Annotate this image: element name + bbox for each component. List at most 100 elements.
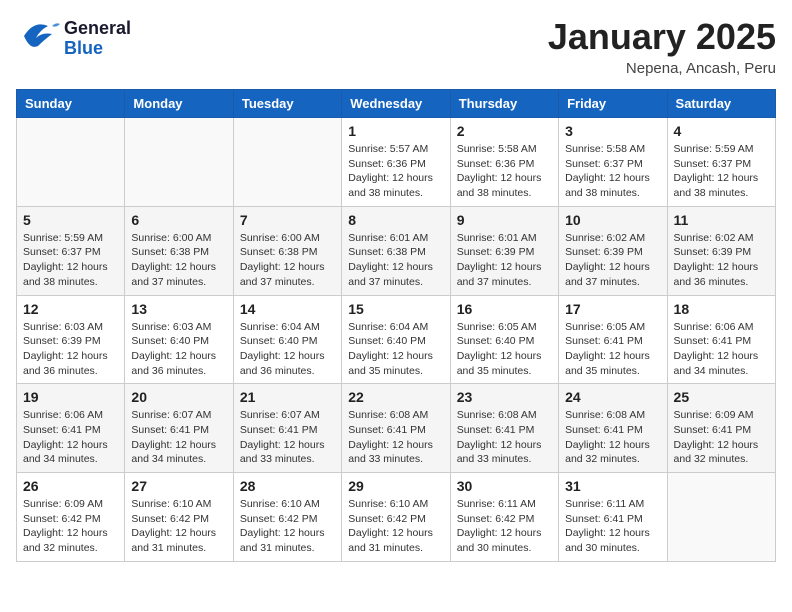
calendar-cell: 7Sunrise: 6:00 AM Sunset: 6:38 PM Daylig… bbox=[233, 206, 341, 295]
weekday-header-thursday: Thursday bbox=[450, 90, 558, 118]
day-number: 3 bbox=[565, 123, 660, 139]
day-number: 12 bbox=[23, 301, 118, 317]
calendar-cell: 25 Sunrise: 6:09 AM Sunset: 6:41 PM Dayli… bbox=[667, 384, 775, 473]
day-number: 8 bbox=[348, 212, 443, 228]
weekday-header-wednesday: Wednesday bbox=[342, 90, 450, 118]
day-info: Sunrise: 6:02 AM Sunset: 6:39 PM Dayligh… bbox=[674, 231, 769, 290]
calendar-cell: 1Sunrise: 5:57 AM Sunset: 6:36 PM Daylig… bbox=[342, 118, 450, 207]
day-info: Sunrise: 6:06 AM Sunset: 6:41 PM Dayligh… bbox=[23, 408, 118, 467]
weekday-header-saturday: Saturday bbox=[667, 90, 775, 118]
day-info: Sunrise: 6:10 AM Sunset: 6:42 PM Dayligh… bbox=[240, 497, 335, 556]
calendar-cell: 11 Sunrise: 6:02 AM Sunset: 6:39 PM Dayli… bbox=[667, 206, 775, 295]
day-number: 6 bbox=[131, 212, 226, 228]
day-info: Sunrise: 6:02 AM Sunset: 6:39 PM Dayligh… bbox=[565, 231, 660, 290]
calendar-cell: 3Sunrise: 5:58 AM Sunset: 6:37 PM Daylig… bbox=[559, 118, 667, 207]
logo-general: General bbox=[64, 19, 131, 39]
day-number: 22 bbox=[348, 389, 443, 405]
calendar-week-row: 12 Sunrise: 6:03 AM Sunset: 6:39 PM Dayli… bbox=[17, 295, 776, 384]
calendar-week-row: 1Sunrise: 5:57 AM Sunset: 6:36 PM Daylig… bbox=[17, 118, 776, 207]
day-number: 5 bbox=[23, 212, 118, 228]
day-info: Sunrise: 6:11 AM Sunset: 6:41 PM Dayligh… bbox=[565, 497, 660, 556]
day-number: 20 bbox=[131, 389, 226, 405]
calendar-cell: 20 Sunrise: 6:07 AM Sunset: 6:41 PM Dayli… bbox=[125, 384, 233, 473]
weekday-header-sunday: Sunday bbox=[17, 90, 125, 118]
day-number: 23 bbox=[457, 389, 552, 405]
weekday-header-row: SundayMondayTuesdayWednesdayThursdayFrid… bbox=[17, 90, 776, 118]
calendar-cell: 29Sunrise: 6:10 AM Sunset: 6:42 PM Dayli… bbox=[342, 473, 450, 562]
calendar-cell: 28 Sunrise: 6:10 AM Sunset: 6:42 PM Dayli… bbox=[233, 473, 341, 562]
day-number: 30 bbox=[457, 478, 552, 494]
calendar-cell: 13Sunrise: 6:03 AM Sunset: 6:40 PM Dayli… bbox=[125, 295, 233, 384]
day-info: Sunrise: 5:59 AM Sunset: 6:37 PM Dayligh… bbox=[674, 142, 769, 201]
day-number: 17 bbox=[565, 301, 660, 317]
calendar-cell: 23 Sunrise: 6:08 AM Sunset: 6:41 PM Dayli… bbox=[450, 384, 558, 473]
day-info: Sunrise: 6:11 AM Sunset: 6:42 PM Dayligh… bbox=[457, 497, 552, 556]
day-info: Sunrise: 6:07 AM Sunset: 6:41 PM Dayligh… bbox=[240, 408, 335, 467]
day-info: Sunrise: 6:07 AM Sunset: 6:41 PM Dayligh… bbox=[131, 408, 226, 467]
calendar-cell bbox=[17, 118, 125, 207]
weekday-header-friday: Friday bbox=[559, 90, 667, 118]
day-info: Sunrise: 6:05 AM Sunset: 6:40 PM Dayligh… bbox=[457, 320, 552, 379]
day-info: Sunrise: 5:59 AM Sunset: 6:37 PM Dayligh… bbox=[23, 231, 118, 290]
day-number: 7 bbox=[240, 212, 335, 228]
calendar-cell: 16 Sunrise: 6:05 AM Sunset: 6:40 PM Dayli… bbox=[450, 295, 558, 384]
day-info: Sunrise: 6:01 AM Sunset: 6:38 PM Dayligh… bbox=[348, 231, 443, 290]
day-info: Sunrise: 6:00 AM Sunset: 6:38 PM Dayligh… bbox=[131, 231, 226, 290]
day-info: Sunrise: 5:57 AM Sunset: 6:36 PM Dayligh… bbox=[348, 142, 443, 201]
day-number: 16 bbox=[457, 301, 552, 317]
calendar-cell bbox=[125, 118, 233, 207]
calendar-table: SundayMondayTuesdayWednesdayThursdayFrid… bbox=[16, 89, 776, 562]
day-number: 31 bbox=[565, 478, 660, 494]
day-number: 25 bbox=[674, 389, 769, 405]
calendar-cell: 24Sunrise: 6:08 AM Sunset: 6:41 PM Dayli… bbox=[559, 384, 667, 473]
day-number: 13 bbox=[131, 301, 226, 317]
calendar-cell: 30 Sunrise: 6:11 AM Sunset: 6:42 PM Dayli… bbox=[450, 473, 558, 562]
day-number: 28 bbox=[240, 478, 335, 494]
calendar-cell: 5 Sunrise: 5:59 AM Sunset: 6:37 PM Daylig… bbox=[17, 206, 125, 295]
day-info: Sunrise: 6:10 AM Sunset: 6:42 PM Dayligh… bbox=[348, 497, 443, 556]
day-number: 4 bbox=[674, 123, 769, 139]
title-section: January 2025 Nepena, Ancash, Peru bbox=[548, 16, 776, 77]
logo-text: General Blue bbox=[64, 19, 131, 59]
day-info: Sunrise: 6:04 AM Sunset: 6:40 PM Dayligh… bbox=[240, 320, 335, 379]
calendar-cell: 12 Sunrise: 6:03 AM Sunset: 6:39 PM Dayli… bbox=[17, 295, 125, 384]
day-info: Sunrise: 6:09 AM Sunset: 6:41 PM Dayligh… bbox=[674, 408, 769, 467]
day-number: 9 bbox=[457, 212, 552, 228]
logo-icon bbox=[16, 16, 60, 61]
calendar-cell: 14 Sunrise: 6:04 AM Sunset: 6:40 PM Dayli… bbox=[233, 295, 341, 384]
calendar-cell bbox=[667, 473, 775, 562]
calendar-cell: 18 Sunrise: 6:06 AM Sunset: 6:41 PM Dayli… bbox=[667, 295, 775, 384]
day-number: 18 bbox=[674, 301, 769, 317]
day-number: 15 bbox=[348, 301, 443, 317]
day-number: 21 bbox=[240, 389, 335, 405]
calendar-cell: 10 Sunrise: 6:02 AM Sunset: 6:39 PM Dayli… bbox=[559, 206, 667, 295]
calendar-cell: 31 Sunrise: 6:11 AM Sunset: 6:41 PM Dayli… bbox=[559, 473, 667, 562]
day-number: 2 bbox=[457, 123, 552, 139]
day-info: Sunrise: 6:08 AM Sunset: 6:41 PM Dayligh… bbox=[348, 408, 443, 467]
day-info: Sunrise: 6:01 AM Sunset: 6:39 PM Dayligh… bbox=[457, 231, 552, 290]
day-number: 14 bbox=[240, 301, 335, 317]
day-info: Sunrise: 6:06 AM Sunset: 6:41 PM Dayligh… bbox=[674, 320, 769, 379]
day-info: Sunrise: 6:08 AM Sunset: 6:41 PM Dayligh… bbox=[565, 408, 660, 467]
day-info: Sunrise: 6:03 AM Sunset: 6:39 PM Dayligh… bbox=[23, 320, 118, 379]
calendar-cell: 2Sunrise: 5:58 AM Sunset: 6:36 PM Daylig… bbox=[450, 118, 558, 207]
calendar-cell: 15Sunrise: 6:04 AM Sunset: 6:40 PM Dayli… bbox=[342, 295, 450, 384]
calendar-cell: 19Sunrise: 6:06 AM Sunset: 6:41 PM Dayli… bbox=[17, 384, 125, 473]
location-subtitle: Nepena, Ancash, Peru bbox=[548, 60, 776, 77]
day-number: 26 bbox=[23, 478, 118, 494]
calendar-week-row: 26Sunrise: 6:09 AM Sunset: 6:42 PM Dayli… bbox=[17, 473, 776, 562]
weekday-header-monday: Monday bbox=[125, 90, 233, 118]
day-number: 10 bbox=[565, 212, 660, 228]
day-number: 11 bbox=[674, 212, 769, 228]
calendar-cell: 6 Sunrise: 6:00 AM Sunset: 6:38 PM Daylig… bbox=[125, 206, 233, 295]
page-header: General Blue January 2025 Nepena, Ancash… bbox=[16, 16, 776, 77]
calendar-cell: 21 Sunrise: 6:07 AM Sunset: 6:41 PM Dayli… bbox=[233, 384, 341, 473]
day-info: Sunrise: 6:05 AM Sunset: 6:41 PM Dayligh… bbox=[565, 320, 660, 379]
calendar-cell: 4 Sunrise: 5:59 AM Sunset: 6:37 PM Daylig… bbox=[667, 118, 775, 207]
calendar-cell: 17 Sunrise: 6:05 AM Sunset: 6:41 PM Dayli… bbox=[559, 295, 667, 384]
day-info: Sunrise: 6:10 AM Sunset: 6:42 PM Dayligh… bbox=[131, 497, 226, 556]
logo: General Blue bbox=[16, 16, 131, 61]
day-info: Sunrise: 6:08 AM Sunset: 6:41 PM Dayligh… bbox=[457, 408, 552, 467]
calendar-cell: 26Sunrise: 6:09 AM Sunset: 6:42 PM Dayli… bbox=[17, 473, 125, 562]
month-title: January 2025 bbox=[548, 16, 776, 58]
